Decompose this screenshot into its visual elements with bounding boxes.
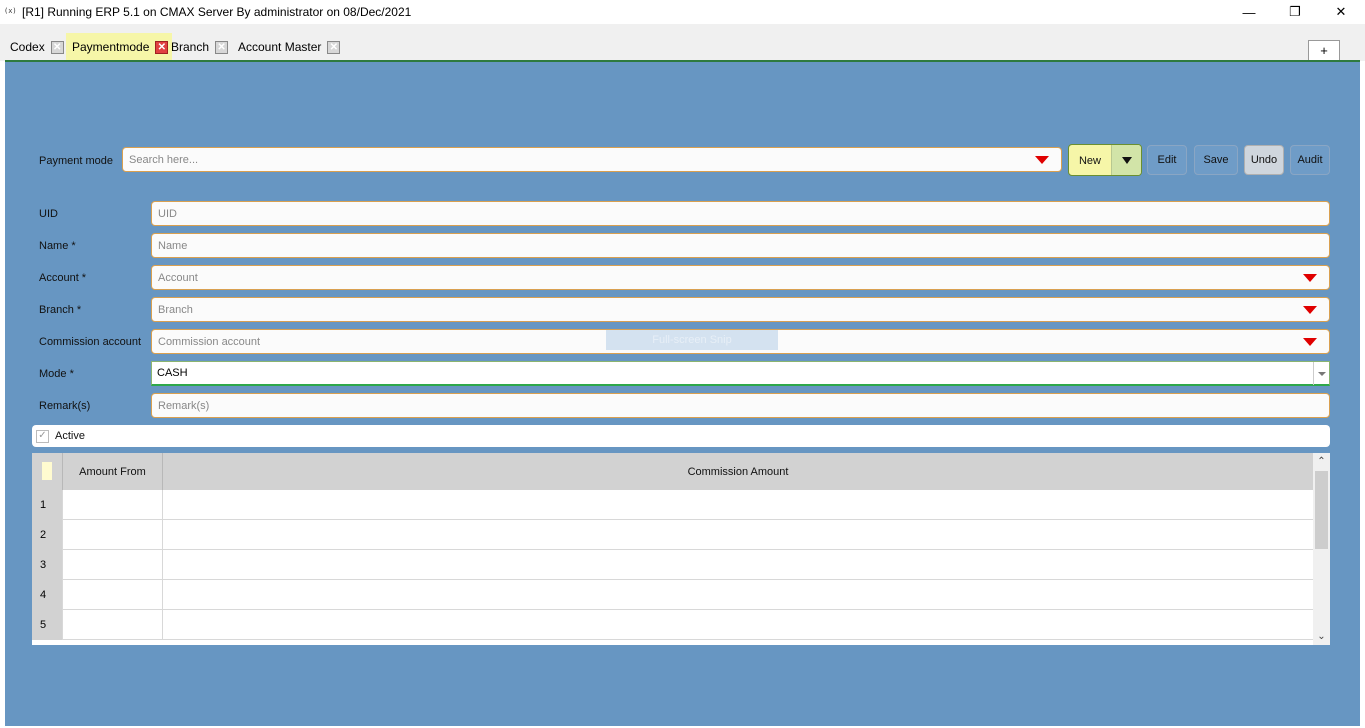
maximize-icon[interactable]: ❐ [1272, 0, 1318, 24]
payment-mode-search[interactable]: Search here... [122, 147, 1062, 172]
remarks-label: Remark(s) [39, 400, 91, 412]
minimize-icon[interactable]: — [1226, 0, 1272, 24]
active-checkbox[interactable]: ✓ [36, 429, 49, 443]
app-icon: (x) [4, 7, 17, 15]
tab-label: Codex [10, 40, 45, 54]
window-title: [R1] Running ERP 5.1 on CMAX Server By a… [22, 5, 412, 19]
new-button-label: New [1078, 155, 1101, 167]
close-icon[interactable]: ✕ [1318, 0, 1364, 24]
dropdown-caret-icon[interactable] [1303, 306, 1317, 314]
account-field[interactable]: Account [151, 265, 1330, 290]
tab-branch[interactable]: Branch ✕ [165, 33, 232, 61]
remarks-placeholder: Remark(s) [158, 399, 210, 412]
row-number: 5 [32, 610, 62, 640]
tab-account-master[interactable]: Account Master ✕ [232, 33, 344, 61]
save-button[interactable]: Save [1194, 145, 1238, 175]
snip-overlay-label: Full-screen Snip [606, 330, 778, 350]
name-label: Name * [39, 240, 76, 252]
tab-label: Paymentmode [72, 40, 150, 54]
remarks-field[interactable]: Remark(s) [151, 393, 1330, 418]
tab-codex[interactable]: Codex ✕ [4, 33, 68, 61]
tab-label: Branch [171, 40, 210, 54]
search-placeholder: Search here... [129, 153, 199, 166]
add-tab-button[interactable]: + [1308, 40, 1340, 61]
table-row: 4 [32, 580, 1313, 610]
commission-amount-cell[interactable] [162, 580, 1313, 610]
account-label: Account * [39, 272, 87, 284]
chevron-down-icon[interactable] [1313, 362, 1329, 385]
branch-label: Branch * [39, 304, 82, 316]
table-row: 3 [32, 550, 1313, 580]
tab-bar: Codex ✕ Paymentmode ✕ Branch ✕ Account M… [0, 24, 1365, 61]
amount-from-cell[interactable] [62, 580, 162, 610]
uid-field[interactable]: UID [151, 201, 1330, 226]
table-row: 2 [32, 520, 1313, 550]
tab-close-icon[interactable]: ✕ [215, 40, 229, 54]
commission-account-label: Commission account [39, 336, 142, 348]
table-row: 1 [32, 490, 1313, 520]
select-all-cell[interactable] [42, 462, 52, 480]
dropdown-caret-icon[interactable] [1035, 156, 1049, 164]
column-header-commission-amount[interactable]: Commission Amount [162, 453, 1313, 490]
mode-value: CASH [157, 367, 188, 379]
tab-close-icon[interactable]: ✕ [327, 40, 341, 54]
grid-vertical-scrollbar[interactable]: ⌃ ⌄ [1313, 453, 1330, 645]
tab-label: Account Master [238, 40, 322, 54]
edit-button[interactable]: Edit [1147, 145, 1187, 175]
row-number: 4 [32, 580, 62, 610]
commission-grid: Amount From Commission Amount 1 2 3 4 5 [32, 453, 1330, 645]
grid-header: Amount From Commission Amount [32, 453, 1313, 490]
active-label: Active [55, 430, 85, 442]
branch-field[interactable]: Branch [151, 297, 1330, 322]
audit-button[interactable]: Audit [1290, 145, 1330, 175]
title-bar: (x) [R1] Running ERP 5.1 on CMAX Server … [0, 0, 1365, 24]
commission-account-placeholder: Commission account [158, 335, 261, 348]
dropdown-caret-icon[interactable] [1303, 274, 1317, 282]
column-header-amount-from[interactable]: Amount From [62, 453, 162, 490]
undo-button[interactable]: Undo [1244, 145, 1284, 175]
active-row: ✓ Active [32, 425, 1330, 447]
row-number: 1 [32, 490, 62, 520]
tab-paymentmode[interactable]: Paymentmode ✕ [66, 33, 173, 61]
name-placeholder: Name [158, 239, 188, 252]
row-number: 3 [32, 550, 62, 580]
row-number: 2 [32, 520, 62, 550]
new-button[interactable]: New [1068, 144, 1142, 176]
uid-label: UID [39, 208, 58, 220]
scroll-up-icon[interactable]: ⌃ [1313, 453, 1330, 470]
amount-from-cell[interactable] [62, 550, 162, 580]
mode-label: Mode * [39, 368, 74, 380]
scroll-thumb[interactable] [1315, 471, 1328, 549]
scroll-down-icon[interactable]: ⌄ [1313, 628, 1330, 645]
table-row: 5 [32, 610, 1313, 640]
amount-from-cell[interactable] [62, 610, 162, 640]
commission-amount-cell[interactable] [162, 550, 1313, 580]
main-panel: Payment mode Search here... New Edit Sav… [5, 62, 1360, 726]
dropdown-caret-icon[interactable] [1303, 338, 1317, 346]
uid-placeholder: UID [158, 207, 177, 220]
branch-placeholder: Branch [158, 303, 193, 316]
amount-from-cell[interactable] [62, 490, 162, 520]
commission-amount-cell[interactable] [162, 610, 1313, 640]
payment-mode-label: Payment mode [39, 155, 113, 167]
amount-from-cell[interactable] [62, 520, 162, 550]
new-dropdown-icon[interactable] [1111, 145, 1141, 175]
commission-amount-cell[interactable] [162, 520, 1313, 550]
account-placeholder: Account [158, 271, 198, 284]
commission-amount-cell[interactable] [162, 490, 1313, 520]
tab-close-icon[interactable]: ✕ [50, 40, 64, 54]
mode-select[interactable]: CASH [151, 361, 1330, 386]
name-field[interactable]: Name [151, 233, 1330, 258]
